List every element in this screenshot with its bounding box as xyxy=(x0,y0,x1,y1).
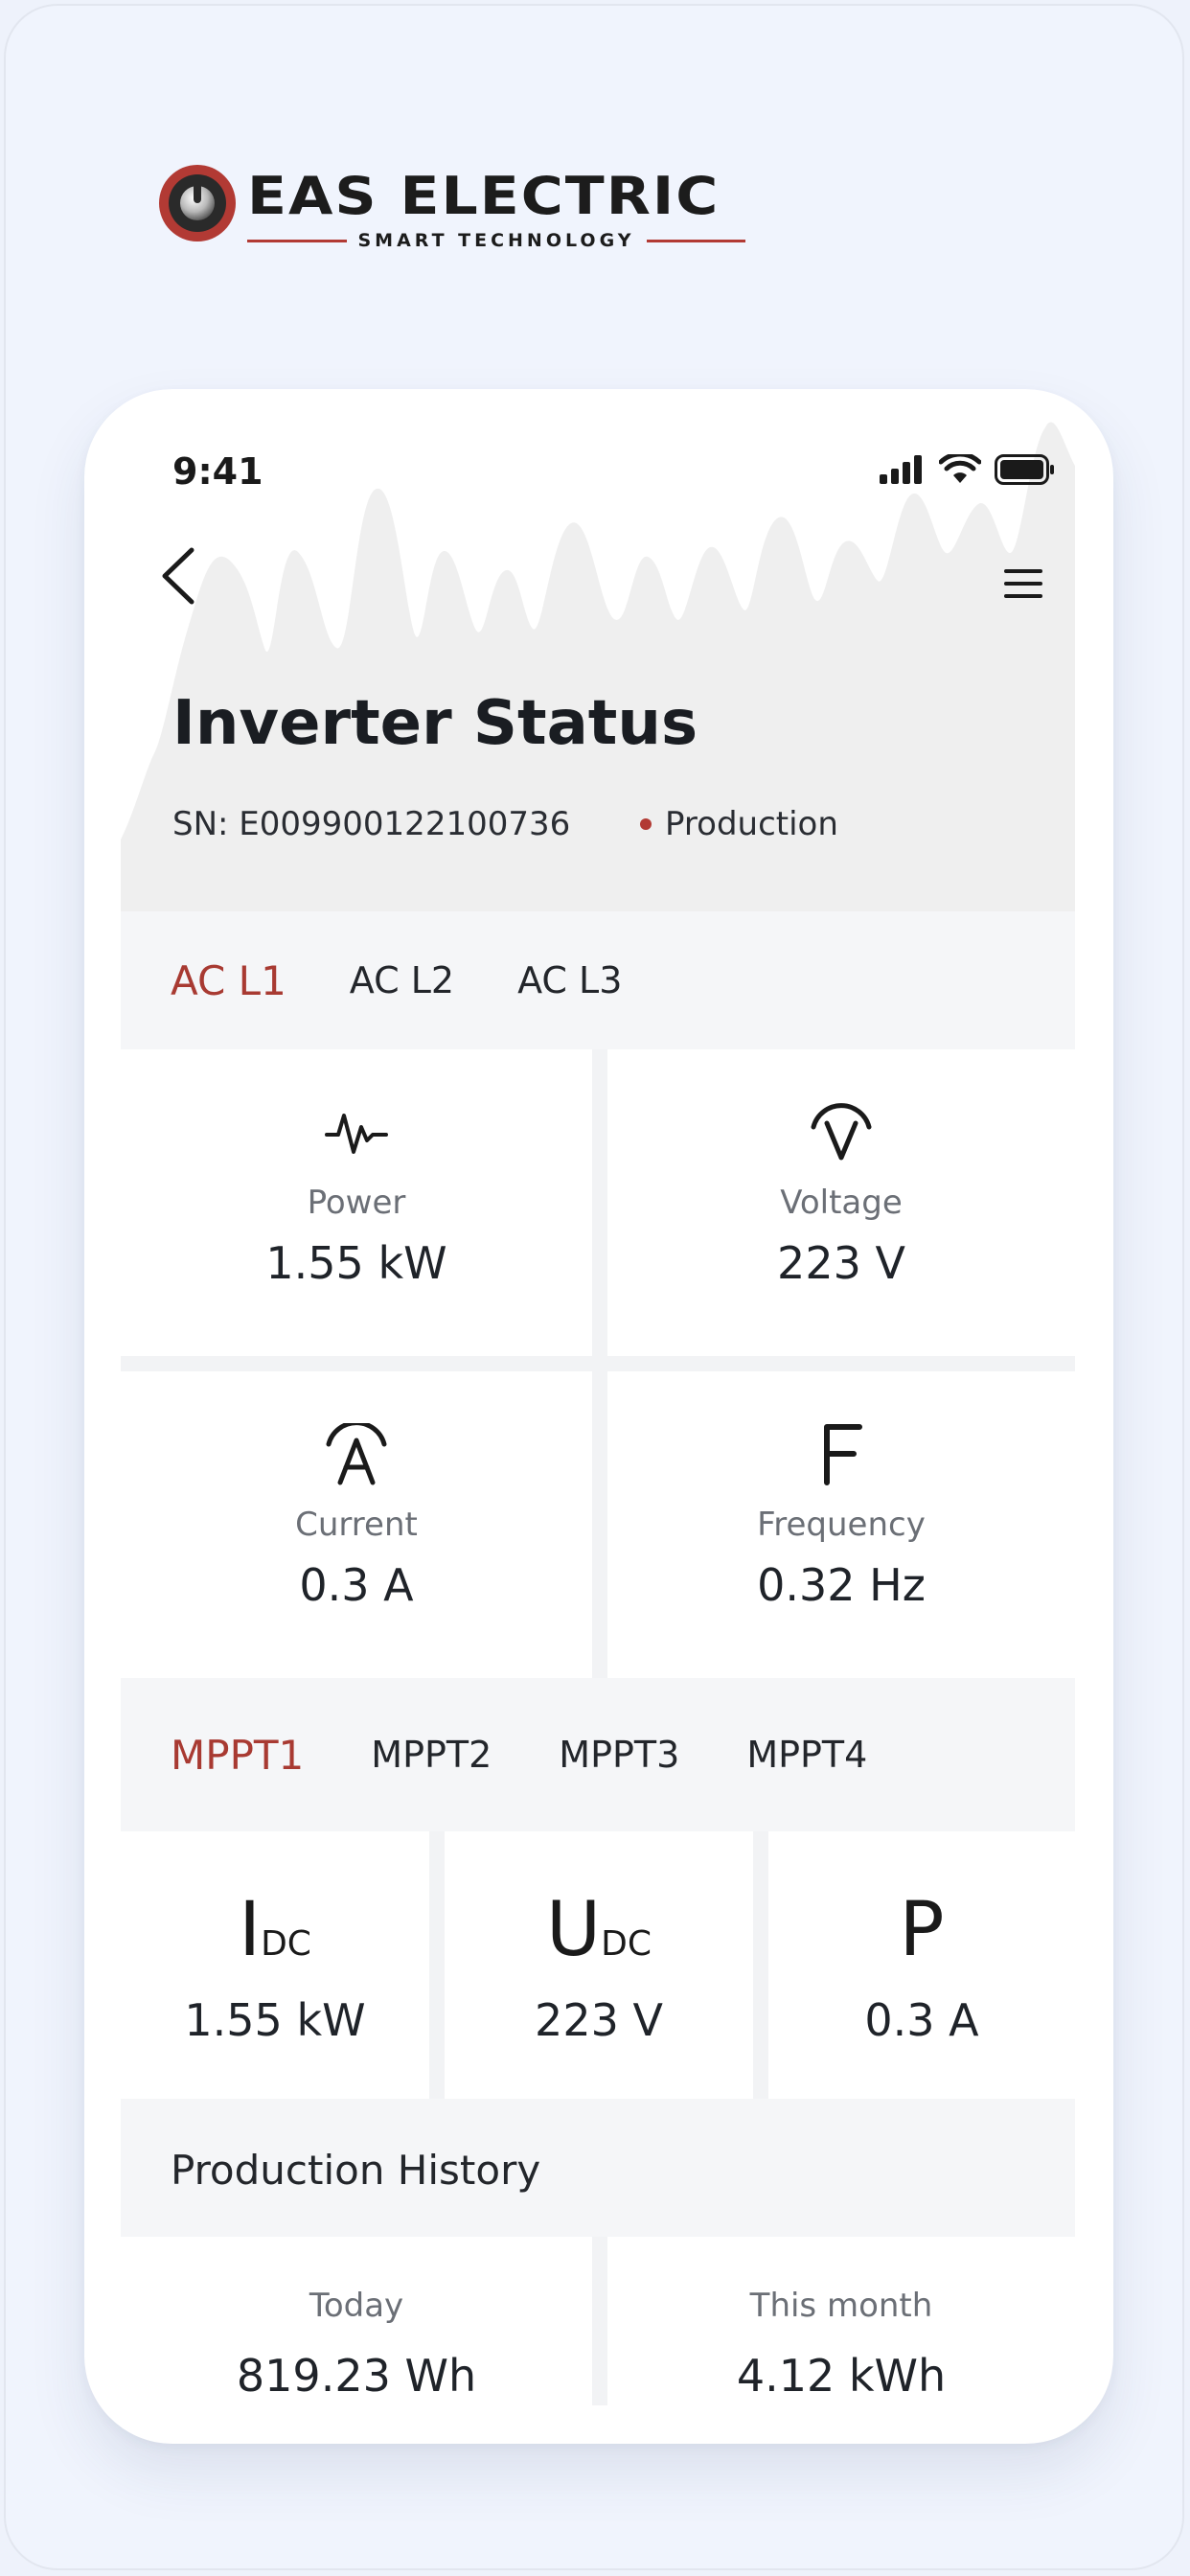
history-label: Today xyxy=(309,2287,404,2325)
metric-value: 1.55 kW xyxy=(265,1237,447,1289)
status-label: Production xyxy=(665,805,838,843)
metric-frequency: Frequency 0.32 Hz xyxy=(607,1371,1075,1678)
signal-icon xyxy=(880,455,922,484)
metric-p: P 0.3 A xyxy=(768,1831,1075,2099)
tab-mppt2[interactable]: MPPT2 xyxy=(371,1734,492,1776)
tab-mppt1[interactable]: MPPT1 xyxy=(171,1732,304,1779)
metric-udc: UDC 223 V xyxy=(445,1831,753,2099)
metric-voltage: Voltage 223 V xyxy=(607,1049,1075,1356)
metric-idc: IDC 1.55 kW xyxy=(121,1831,429,2099)
menu-button[interactable] xyxy=(1002,567,1046,602)
production-history-grid: Today 819.23 Wh This month 4.12 kWh xyxy=(121,2237,1075,2405)
history-value: 4.12 kWh xyxy=(736,2350,947,2402)
tab-ac-l1[interactable]: AC L1 xyxy=(171,957,286,1004)
metric-label: Current xyxy=(295,1506,418,1544)
phone-screen: 9:41 Inverter Status SN: E00990012210073… xyxy=(84,389,1113,2444)
current-icon xyxy=(326,1423,387,1485)
page-title: Inverter Status xyxy=(172,688,698,759)
status-time: 9:41 xyxy=(172,450,263,493)
idc-symbol: IDC xyxy=(239,1887,311,1973)
power-logo-icon xyxy=(159,165,236,242)
mppt-tabs: MPPT1 MPPT2 MPPT3 MPPT4 xyxy=(121,1678,1075,1831)
back-button[interactable] xyxy=(149,542,207,610)
pulse-icon xyxy=(325,1114,388,1154)
brand-name: EAS ELECTRIC xyxy=(247,166,721,227)
metric-power: Power 1.55 kW xyxy=(121,1049,592,1356)
metric-value: 0.3 A xyxy=(299,1559,414,1611)
battery-icon xyxy=(995,454,1054,485)
metric-value: 1.55 kW xyxy=(184,1994,366,2046)
wifi-icon xyxy=(939,454,981,483)
ac-phase-tabs: AC L1 AC L2 AC L3 xyxy=(121,911,1075,1049)
metric-value: 223 V xyxy=(777,1237,905,1289)
metric-current: Current 0.3 A xyxy=(121,1371,592,1678)
metric-value: 223 V xyxy=(535,1994,663,2046)
ac-metrics-grid: Power 1.55 kW Voltage 223 V Current 0.3 … xyxy=(121,1049,1075,1678)
status-badge: Production xyxy=(640,805,838,843)
metric-label: Power xyxy=(307,1184,406,1222)
metric-value: 0.32 Hz xyxy=(757,1559,926,1611)
udc-symbol: UDC xyxy=(546,1887,652,1973)
status-dot-icon xyxy=(640,818,652,830)
tab-ac-l3[interactable]: AC L3 xyxy=(517,959,622,1001)
history-value: 819.23 Wh xyxy=(236,2350,477,2402)
tab-mppt4[interactable]: MPPT4 xyxy=(746,1734,867,1776)
p-symbol: P xyxy=(899,1887,945,1973)
history-today: Today 819.23 Wh xyxy=(121,2237,592,2405)
mppt-metrics-grid: IDC 1.55 kW UDC 223 V P 0.3 A xyxy=(121,1831,1075,2099)
hamburger-menu-icon xyxy=(1004,569,1042,598)
metric-label: Frequency xyxy=(757,1506,926,1544)
history-this-month: This month 4.12 kWh xyxy=(607,2237,1075,2405)
tab-mppt3[interactable]: MPPT3 xyxy=(559,1734,679,1776)
metric-value: 0.3 A xyxy=(864,1994,979,2046)
brand-logo: EAS ELECTRIC SMART TECHNOLOGY xyxy=(159,165,753,251)
section-title: Production History xyxy=(171,2147,541,2194)
screen-content: 9:41 Inverter Status SN: E00990012210073… xyxy=(121,389,1075,2405)
voltage-icon xyxy=(811,1103,872,1161)
tab-ac-l2[interactable]: AC L2 xyxy=(350,959,454,1001)
frequency-icon xyxy=(824,1424,862,1485)
serial-number: SN: E009900122100736 xyxy=(172,805,571,843)
history-label: This month xyxy=(749,2287,933,2325)
production-history-header: Production History xyxy=(121,2099,1075,2237)
metric-label: Voltage xyxy=(780,1184,903,1222)
chevron-left-icon xyxy=(162,547,195,605)
brand-tagline-row: SMART TECHNOLOGY xyxy=(247,228,746,253)
brand-tagline: SMART TECHNOLOGY xyxy=(357,230,635,251)
status-icons xyxy=(880,452,1056,487)
